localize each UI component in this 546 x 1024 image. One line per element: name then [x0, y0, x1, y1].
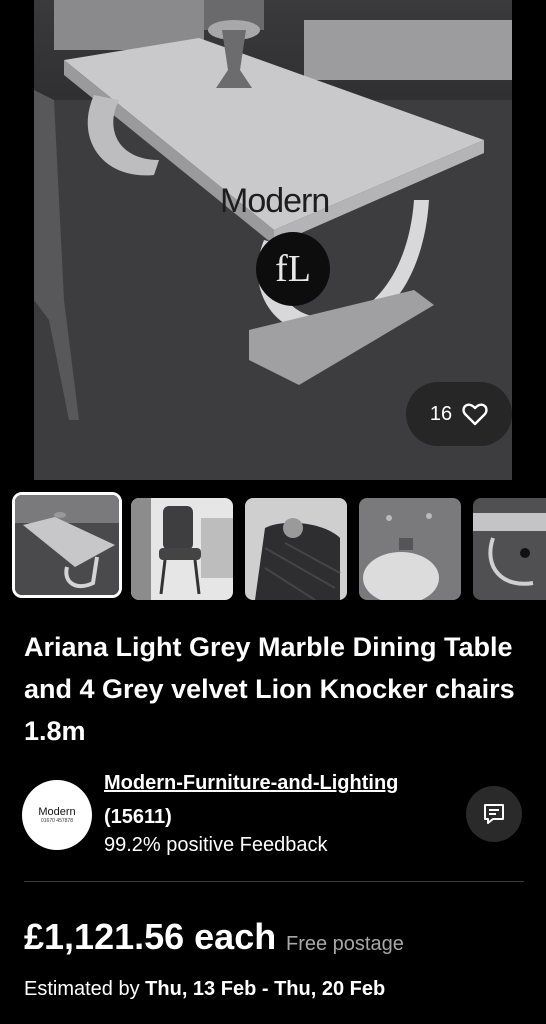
like-button[interactable]: 16 — [406, 382, 512, 446]
message-icon — [484, 804, 504, 824]
heart-icon — [462, 403, 488, 426]
thumbnail-table-side-photo[interactable] — [473, 498, 546, 600]
delivery-estimate: Estimated by Thu, 13 Feb - Thu, 20 Feb — [24, 978, 385, 1001]
like-count: 16 — [429, 402, 453, 425]
thumbnail-table-photo[interactable] — [12, 492, 122, 598]
message-seller-button[interactable] — [466, 786, 522, 842]
thumbnail-lion-knocker-photo[interactable] — [245, 498, 347, 600]
price-amount: £1,121.56 each — [24, 916, 277, 957]
avatar-word: Modern — [38, 806, 76, 818]
listing-title: Ariana Light Grey Marble Dining Table an… — [24, 632, 515, 746]
thumbnail-chair-photo[interactable] — [131, 498, 233, 600]
thumbnail-strip[interactable] — [12, 492, 546, 600]
seller-feedback-count: (15611) — [104, 806, 172, 828]
seller-name-link[interactable]: Modern-Furniture-and-Lighting — [104, 772, 398, 795]
seller-avatar[interactable]: Modern 01670 457878 — [22, 780, 92, 850]
watermark-text: Modern — [220, 182, 330, 220]
estimate-prefix: Estimated by — [24, 978, 140, 1000]
thumbnail-velvet-detail-photo[interactable] — [359, 498, 461, 600]
estimate-dates: Thu, 13 Feb - Thu, 20 Feb — [145, 978, 386, 1000]
divider — [24, 881, 524, 882]
avatar-phone: 01670 457878 — [41, 818, 73, 824]
postage-label: Free postage — [286, 933, 404, 955]
seller-feedback-score: 99.2% positive Feedback — [104, 834, 328, 856]
watermark-logo: fL — [256, 232, 330, 306]
